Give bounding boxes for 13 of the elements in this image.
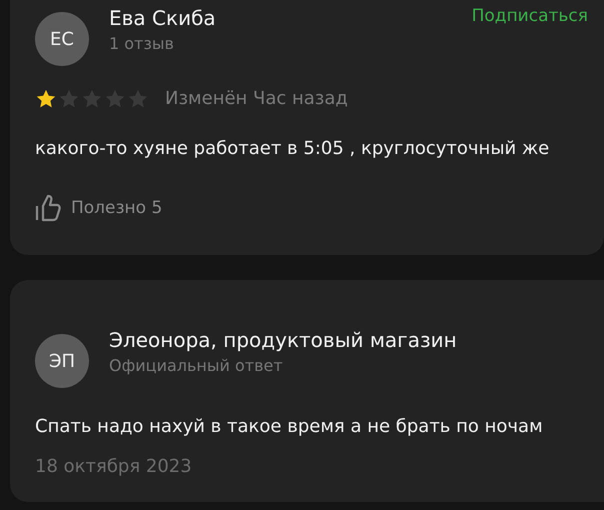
author-name: Элеонора, продуктовый магазин — [109, 328, 457, 352]
reply-date: 18 октября 2023 — [35, 456, 192, 477]
review-count: 1 отзыв — [109, 34, 174, 53]
review-text: какого-то хуяне работает в 5:05 , круглосуточный же — [35, 137, 550, 161]
helpful-button[interactable]: Полезно 5 — [35, 194, 162, 222]
thumbs-up-icon — [35, 194, 61, 222]
reply-text: Спать надо нахуй в такое время а не брать по ночам — [35, 415, 544, 439]
edited-time: Изменён Час назад — [165, 88, 348, 109]
author-name[interactable]: Ева Скиба — [109, 6, 216, 30]
subscribe-button[interactable]: Подписаться — [472, 6, 588, 26]
avatar: ЭП — [35, 334, 89, 388]
reply-label: Официальный ответ — [109, 356, 283, 375]
avatar: ЕС — [35, 12, 89, 66]
